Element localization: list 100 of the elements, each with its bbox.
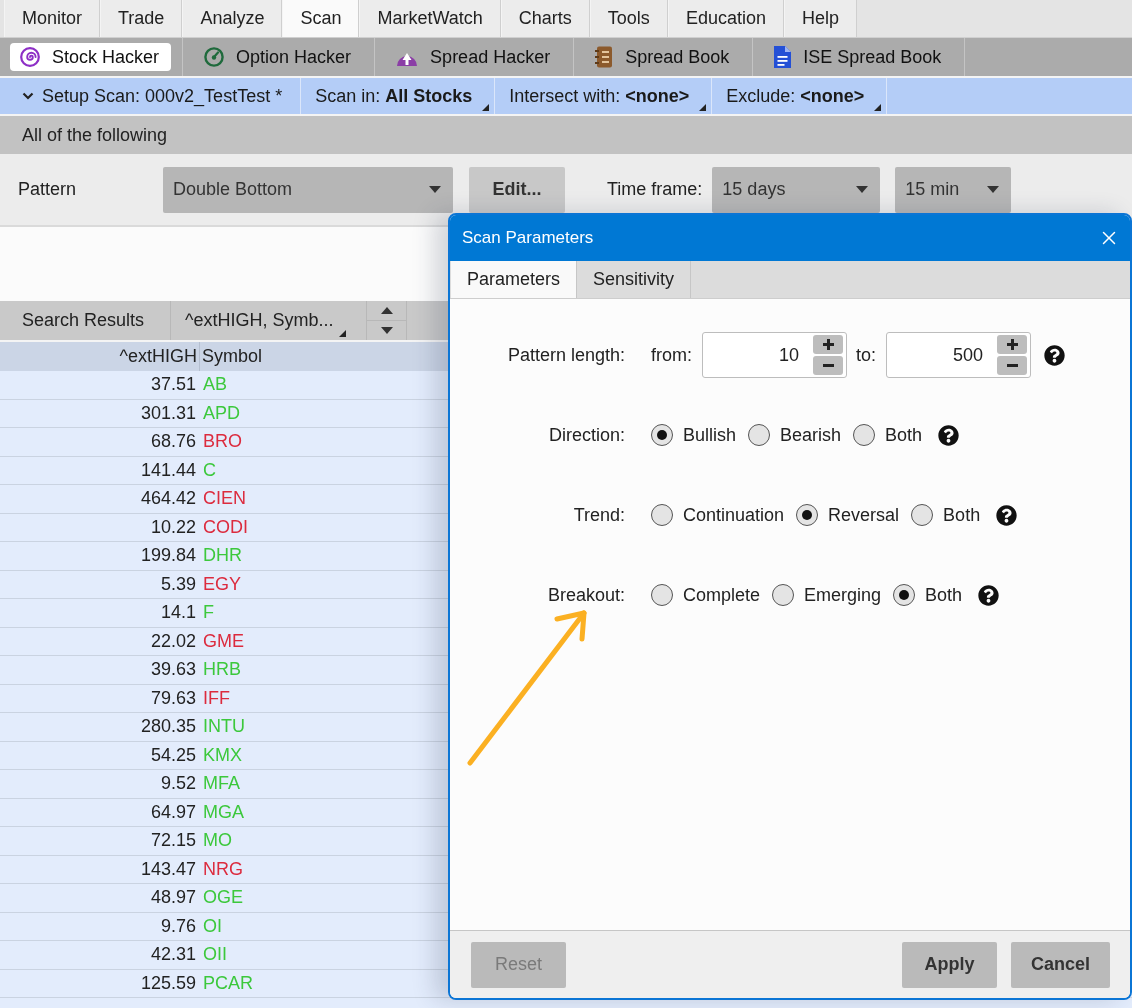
price-cell-text: 143.47 (139, 858, 197, 880)
symbol-cell: OII (203, 944, 227, 966)
symbol-cell: EGY (203, 573, 241, 595)
radio-button[interactable] (853, 424, 876, 446)
decrement-button[interactable] (813, 356, 843, 375)
edit-button[interactable]: Edit... (469, 166, 565, 213)
interval-dropdown[interactable]: 15 min (895, 166, 1012, 213)
price-cell-text: 37.51 (149, 374, 197, 396)
field-label: Pattern (18, 179, 78, 200)
corner-triangle-icon (482, 104, 490, 111)
price-cell-text: 14.1 (159, 602, 197, 624)
price-cell-text: 39.63 (149, 659, 197, 681)
radio-button[interactable] (911, 504, 934, 526)
price-cell-text: 141.44 (139, 459, 197, 481)
symbol-cell: AB (203, 374, 227, 396)
toolbar-tab[interactable]: Option Hacker (194, 43, 364, 71)
minus-icon (822, 364, 834, 367)
field-label: from: (651, 344, 692, 366)
increment-button[interactable] (997, 335, 1028, 354)
price-cell-text: 54.25 (149, 744, 197, 766)
symbol-cell: F (203, 602, 214, 624)
dialog-button[interactable]: Cancel (1010, 941, 1110, 988)
symbol-cell: IFF (203, 687, 230, 709)
symbol-cell: KMX (203, 744, 242, 766)
menu-tab[interactable]: Scan (282, 0, 360, 37)
time-frame-dropdown[interactable]: 15 days (712, 166, 881, 213)
radio-button[interactable] (772, 584, 795, 606)
menu-tab[interactable]: Charts (500, 0, 590, 37)
field-label: Trend: (573, 504, 625, 526)
menu-tab[interactable]: Help (783, 0, 857, 37)
price-cell-text: 10.22 (149, 516, 197, 538)
radio-button[interactable] (796, 504, 819, 526)
spiral-icon (20, 47, 40, 67)
toolbar-tab[interactable]: ISE Spread Book (764, 43, 954, 71)
notebook-icon (595, 46, 614, 68)
help-icon[interactable] (938, 424, 960, 446)
price-cell-text: 9.52 (159, 773, 197, 795)
price-cell-text: 125.59 (139, 972, 197, 994)
menu-button[interactable]: Exclude: <none> (712, 78, 888, 114)
radio-label: Complete (683, 584, 761, 606)
menu-tab[interactable]: Tools (589, 0, 668, 37)
symbol-cell: OGE (203, 887, 243, 909)
menu-tab[interactable]: Trade (100, 0, 183, 37)
price-cell-text: 280.35 (139, 716, 197, 738)
field-label: Time frame: (607, 179, 703, 200)
menu-tab[interactable]: Education (667, 0, 784, 37)
radio-button[interactable] (651, 504, 673, 526)
help-icon[interactable] (1044, 344, 1066, 366)
radio-label: Both (943, 504, 981, 526)
corner-triangle-icon (874, 104, 882, 111)
price-cell-text: 42.31 (149, 944, 197, 966)
field-label: Direction: (548, 424, 625, 446)
toolbar-tab[interactable]: Spread Book (585, 43, 742, 71)
plus-icon (822, 339, 834, 350)
toolbar-tab[interactable]: Spread Hacker (386, 43, 563, 71)
menu-button[interactable]: Intersect with: <none> (495, 78, 713, 114)
symbol-cell: APD (203, 402, 240, 424)
radio-label: Bearish (780, 424, 842, 446)
dialog-title: Scan Parameters (462, 228, 594, 248)
group-header: All of the following (0, 116, 1132, 154)
increment-button[interactable] (813, 335, 843, 354)
help-icon[interactable] (996, 504, 1018, 526)
radio-button[interactable] (651, 424, 673, 446)
radio-label: Bullish (683, 424, 737, 446)
corner-triangle-icon (339, 330, 347, 337)
setup-toggle[interactable]: Setup Scan: 000v2_TestTest * (8, 78, 302, 114)
caret-down-icon (380, 327, 393, 334)
symbol-cell: C (203, 459, 216, 481)
symbol-cell: HRB (203, 659, 241, 681)
menu-button[interactable]: Scan in: All Stocks (301, 78, 496, 114)
pattern-dropdown[interactable]: Double Bottom (163, 166, 453, 213)
radio-button[interactable] (893, 584, 916, 606)
number-field[interactable]: 10 (702, 332, 847, 378)
caret-down-icon (987, 186, 1000, 193)
menu-tab[interactable]: MarketWatch (359, 0, 501, 37)
chevron-down-icon (22, 92, 34, 100)
radio-button[interactable] (748, 424, 771, 446)
toolbar-tab[interactable]: Stock Hacker (10, 43, 172, 71)
price-cell-text: 72.15 (149, 830, 197, 852)
number-field[interactable]: 500 (886, 332, 1032, 378)
decrement-button[interactable] (997, 356, 1028, 375)
column-header[interactable]: Symbol (200, 342, 263, 371)
price-cell-text: 464.42 (139, 488, 197, 510)
sort-dropdown[interactable]: ^extHIGH, Symb... (171, 301, 367, 340)
symbol-cell: NRG (203, 858, 243, 880)
symbol-cell: CODI (203, 516, 248, 538)
price-cell-text: 5.39 (159, 573, 197, 595)
dialog-button[interactable]: Apply (901, 941, 997, 988)
radio-button[interactable] (651, 584, 673, 606)
menu-tab[interactable]: Monitor (4, 0, 101, 37)
help-icon[interactable] (978, 584, 1000, 606)
caret-down-icon (856, 186, 869, 193)
dialog-tab[interactable]: Parameters (451, 261, 578, 298)
symbol-cell: OI (203, 915, 222, 937)
price-cell-text: 301.31 (139, 402, 197, 424)
symbol-cell: BRO (203, 431, 242, 453)
radio-label: Both (925, 584, 963, 606)
menu-tab[interactable]: Analyze (182, 0, 283, 37)
panel-tab[interactable]: Search Results (0, 301, 171, 340)
radio-label: Reversal (828, 504, 900, 526)
